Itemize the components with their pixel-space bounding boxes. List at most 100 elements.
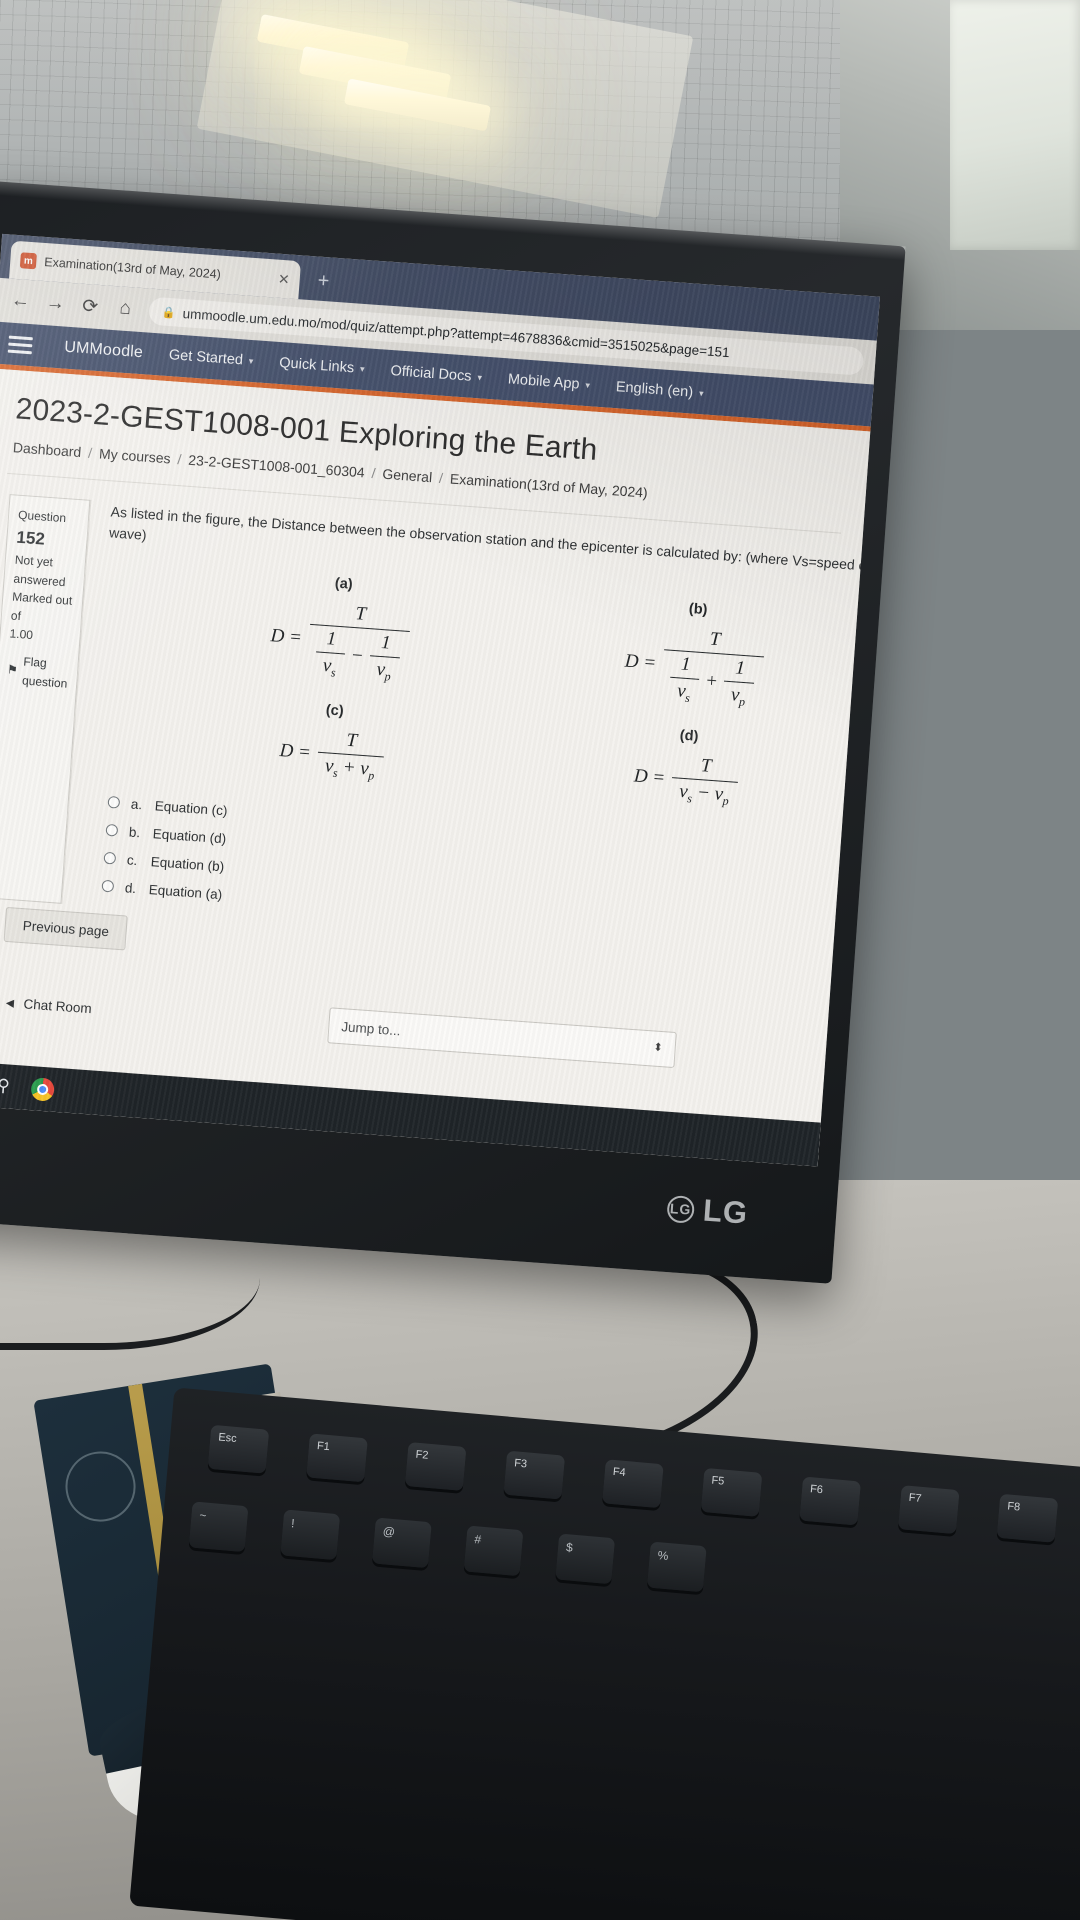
equation-a-lhs: D = xyxy=(269,625,303,649)
inner-num-left: 1 xyxy=(325,628,337,650)
key-tilde[interactable]: ~ xyxy=(188,1501,249,1553)
fraction: T 1 vs + 1 vp xyxy=(660,625,766,712)
flag-question-label: Flag question xyxy=(21,654,68,691)
equation-c-label: (c) xyxy=(325,702,345,720)
inner-num-left: 1 xyxy=(680,653,692,676)
equation-a: (a) D = T 1 vs − 1 vp xyxy=(160,564,522,694)
reload-icon[interactable]: ⟳ xyxy=(78,294,102,319)
inner-den-right: vp xyxy=(367,655,401,686)
nav-label: Official Docs xyxy=(389,363,473,385)
nav-item-get-started[interactable]: Get Started ▾ xyxy=(168,347,254,369)
key-f7[interactable]: F7 xyxy=(897,1485,960,1535)
moodle-favicon-icon: m xyxy=(19,252,37,270)
lock-icon: 🔒 xyxy=(161,306,177,319)
key-f3[interactable]: F3 xyxy=(503,1450,566,1500)
equation-a-formula: D = T 1 vs − 1 vp xyxy=(268,597,412,686)
nav-label: English (en) xyxy=(615,379,694,401)
sub-right: p xyxy=(738,694,746,709)
notebook-seal xyxy=(60,1446,141,1527)
key-1[interactable]: ! xyxy=(280,1509,341,1561)
monitor-brand: LG LG xyxy=(666,1190,749,1232)
option-a-label: Equation (c) xyxy=(154,797,229,819)
equation-figure: (a) D = T 1 vs − 1 vp (b) D = T 1 vs + 1… xyxy=(93,559,871,821)
jump-to-select[interactable]: Jump to... ⬍ xyxy=(327,1007,677,1069)
key-f4[interactable]: F4 xyxy=(602,1459,664,1509)
home-icon[interactable]: ⌂ xyxy=(113,297,137,321)
option-a-key: a. xyxy=(130,796,143,812)
key-f8[interactable]: F8 xyxy=(996,1493,1059,1543)
chat-arrow-icon: ◄ xyxy=(2,994,18,1011)
key-3[interactable]: # xyxy=(463,1525,524,1577)
nav-item-quick-links[interactable]: Quick Links ▾ xyxy=(279,355,365,377)
chat-room-link[interactable]: ◄ Chat Room xyxy=(3,994,93,1015)
equation-a-label: (a) xyxy=(334,575,354,593)
equation-b-operator: + xyxy=(704,670,719,693)
answer-options: a. Equation (c) b. Equation (d) c. Equat… xyxy=(83,793,870,950)
denominator: 1 vs + 1 vp xyxy=(660,649,765,712)
chevron-down-icon: ▾ xyxy=(248,355,254,366)
nav-item-mobile-app[interactable]: Mobile App ▾ xyxy=(507,371,590,393)
flag-question-button[interactable]: ⚑ Flag question xyxy=(6,651,70,692)
inner-fractions: 1 vs + 1 vp xyxy=(668,653,756,711)
previous-page-button[interactable]: Previous page xyxy=(3,906,129,951)
forward-icon[interactable]: → xyxy=(44,292,68,316)
key-5[interactable]: % xyxy=(646,1541,707,1593)
site-brand[interactable]: UMMoodle xyxy=(64,339,144,363)
sub-left: s xyxy=(332,765,339,780)
marked-out-of-label: Marked out of xyxy=(10,589,73,623)
equation-c-operator: + xyxy=(342,756,357,779)
question-number: 152 xyxy=(15,527,46,549)
breadcrumb-item-course[interactable]: 23-2-GEST1008-001_60304 xyxy=(188,452,365,481)
fraction: T vs + vp xyxy=(315,728,385,785)
nav-item-language[interactable]: English (en) ▾ xyxy=(615,379,704,401)
question-label: Question xyxy=(17,507,67,526)
hamburger-menu-icon[interactable] xyxy=(7,335,33,354)
equation-c-formula: D = T vs + vp xyxy=(278,725,386,785)
inner-den-left: vs xyxy=(668,676,700,707)
inner-fractions: 1 vs − 1 vp xyxy=(313,627,402,686)
breadcrumb-item-my-courses[interactable]: My courses xyxy=(99,445,172,466)
radio-icon[interactable] xyxy=(105,823,119,837)
page-content: 2023-2-GEST1008-001 Exploring the Earth … xyxy=(0,368,871,1167)
breadcrumb-item-general[interactable]: General xyxy=(382,466,433,486)
option-d-label: Equation (a) xyxy=(148,881,223,902)
keyboard[interactable]: Esc F1 F2 F3 F4 F5 F6 F7 F8 ~ ! @ # $ % xyxy=(129,1387,1080,1920)
option-c-label: Equation (b) xyxy=(150,853,225,874)
breadcrumb-item-examination[interactable]: Examination(13rd of May, 2024) xyxy=(449,471,648,501)
sub-left: s xyxy=(686,790,693,806)
key-esc[interactable]: Esc xyxy=(207,1424,270,1474)
key-f1[interactable]: F1 xyxy=(306,1433,368,1483)
inner-num-right: 1 xyxy=(734,657,746,680)
chrome-icon[interactable] xyxy=(30,1076,56,1102)
equation-c: (c) D = T vs + vp xyxy=(153,690,513,793)
key-f5[interactable]: F5 xyxy=(700,1467,763,1517)
search-icon[interactable]: ⚲ xyxy=(0,1076,10,1097)
key-4[interactable]: $ xyxy=(555,1533,616,1585)
sub-left: s xyxy=(330,665,337,680)
chevron-down-icon: ▾ xyxy=(698,387,704,398)
equation-d-label: (d) xyxy=(679,727,699,745)
close-icon[interactable]: ✕ xyxy=(277,270,290,288)
inner-num-right: 1 xyxy=(380,632,392,654)
monitor: LG LG m Examination(13rd of May, 2024) ✕… xyxy=(0,180,906,1284)
footer-bar: ◄ Chat Room Jump to... ⬍ xyxy=(0,980,826,1079)
screen: m Examination(13rd of May, 2024) ✕ + ← →… xyxy=(0,233,880,1167)
key-f2[interactable]: F2 xyxy=(404,1442,467,1491)
keyboard-number-row[interactable]: ~ ! @ # $ % xyxy=(188,1501,707,1593)
nav-label: Get Started xyxy=(168,347,244,369)
radio-icon[interactable] xyxy=(101,879,115,893)
back-icon[interactable]: ← xyxy=(9,290,33,314)
key-2[interactable]: @ xyxy=(371,1517,432,1569)
key-f6[interactable]: F6 xyxy=(799,1476,861,1526)
select-arrows-icon: ⬍ xyxy=(653,1041,664,1055)
breadcrumb-item-dashboard[interactable]: Dashboard xyxy=(12,439,81,460)
equation-d-operator: − xyxy=(696,781,711,804)
equation-b-formula: D = T 1 vs + 1 vp xyxy=(622,623,766,712)
fraction: T 1 vs − 1 vp xyxy=(305,600,412,686)
new-tab-icon[interactable]: + xyxy=(317,270,330,293)
nav-item-official-docs[interactable]: Official Docs ▾ xyxy=(390,363,483,386)
radio-icon[interactable] xyxy=(103,851,117,865)
radio-icon[interactable] xyxy=(107,795,121,809)
chevron-down-icon: ▾ xyxy=(585,379,591,390)
fraction: T vs − vp xyxy=(670,753,739,810)
